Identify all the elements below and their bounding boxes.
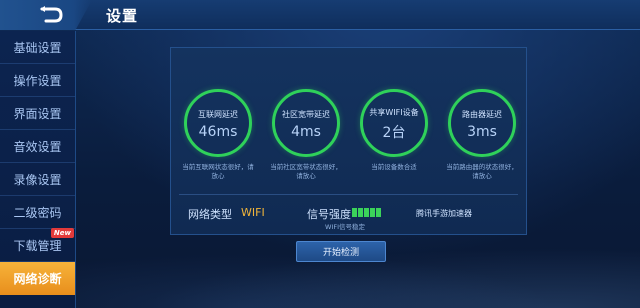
network-type-label: 网络类型: [188, 208, 232, 221]
signal-bars-icon: [352, 208, 381, 217]
metric-value: 4ms: [291, 123, 321, 140]
metric-shared-wifi: 共享WIFI设备 2台 当前设备数合适: [349, 89, 439, 172]
page-title: 设置: [106, 7, 139, 25]
sidebar-item-label: 操作设置: [13, 73, 62, 88]
network-info-row: 网络类型 WIFI 信号强度 WIFI信号稳定 腾讯手游加速器: [171, 188, 526, 236]
metric-desc: 当前路由器的状态很好， 请放心: [437, 163, 527, 181]
sidebar-item-network[interactable]: 网络诊断: [0, 262, 75, 295]
signal-bar: [364, 208, 369, 217]
signal-bar: [370, 208, 375, 217]
metric-label: 共享WIFI设备: [369, 107, 419, 117]
sidebar-item-label: 网络诊断: [13, 272, 62, 286]
signal-bar: [376, 208, 381, 217]
sidebar-item-label: 下载管理: [13, 238, 62, 253]
metric-desc-line: 请放心: [296, 172, 316, 180]
metric-label: 互联网延迟: [198, 109, 238, 119]
network-type-value: WIFI: [241, 206, 265, 219]
metric-desc-line: 当前设备数合适: [371, 163, 417, 171]
sidebar-item-basic[interactable]: 基础设置: [0, 31, 75, 64]
metric-value: 46ms: [198, 123, 238, 140]
metric-desc-line: 放心: [211, 172, 225, 180]
network-diagnosis-panel: 互联网延迟 46ms 当前互联网状态很好，请 放心 社区宽带延迟 4ms 当前社…: [170, 47, 527, 235]
metric-ring: 路由器延迟 3ms: [448, 89, 516, 157]
signal-strength-label: 信号强度: [307, 208, 351, 221]
metric-desc-line: 请放心: [472, 172, 492, 180]
signal-bar: [358, 208, 363, 217]
sidebar-item-downloads[interactable]: 下载管理 New: [0, 228, 75, 262]
accelerator-link[interactable]: 腾讯手游加速器: [416, 208, 472, 219]
sidebar-item-sound[interactable]: 音效设置: [0, 130, 75, 163]
start-check-button[interactable]: 开始检测: [296, 241, 386, 262]
metric-ring: 互联网延迟 46ms: [184, 89, 252, 157]
signal-bar: [352, 208, 357, 217]
sidebar-item-label: 录像设置: [13, 172, 62, 187]
metric-ring: 共享WIFI设备 2台: [360, 89, 428, 157]
metric-value: 3ms: [467, 123, 497, 140]
sidebar-item-label: 音效设置: [13, 139, 62, 154]
new-badge: New: [50, 228, 74, 238]
sidebar-item-interface[interactable]: 界面设置: [0, 97, 75, 130]
sidebar-item-label: 界面设置: [13, 106, 62, 121]
top-bar: 设置: [0, 0, 640, 30]
metrics-row: 互联网延迟 46ms 当前互联网状态很好，请 放心 社区宽带延迟 4ms 当前社…: [171, 48, 526, 188]
sidebar-item-password[interactable]: 二级密码: [0, 196, 75, 229]
signal-status: WIFI信号稳定: [325, 223, 365, 231]
sidebar-item-controls[interactable]: 操作设置: [0, 64, 75, 97]
sidebar: 基础设置 操作设置 界面设置 音效设置 录像设置 二级密码 下载管理 New 网…: [0, 31, 76, 308]
metric-label: 社区宽带延迟: [282, 109, 330, 119]
metric-router-latency: 路由器延迟 3ms 当前路由器的状态很好， 请放心: [437, 89, 527, 181]
metric-desc-line: 当前路由器的状态很好，: [446, 163, 518, 171]
sidebar-item-replay[interactable]: 录像设置: [0, 163, 75, 196]
metric-desc: 当前互联网状态很好，请 放心: [173, 163, 263, 181]
metric-ring: 社区宽带延迟 4ms: [272, 89, 340, 157]
back-arrow-icon: [40, 6, 63, 23]
metric-value: 2台: [382, 124, 406, 141]
metric-community-latency: 社区宽带延迟 4ms 当前社区宽带状态很好， 请放心: [261, 89, 351, 181]
metric-desc: 当前设备数合适: [349, 163, 439, 172]
sidebar-item-label: 二级密码: [13, 205, 62, 220]
sidebar-item-label: 基础设置: [13, 40, 62, 55]
metric-internet-latency: 互联网延迟 46ms 当前互联网状态很好，请 放心: [173, 89, 263, 181]
back-button[interactable]: [0, 0, 92, 30]
metric-desc: 当前社区宽带状态很好， 请放心: [261, 163, 351, 181]
metric-label: 路由器延迟: [462, 109, 502, 119]
metric-desc-line: 当前互联网状态很好，请: [182, 163, 254, 171]
metric-desc-line: 当前社区宽带状态很好，: [270, 163, 342, 171]
